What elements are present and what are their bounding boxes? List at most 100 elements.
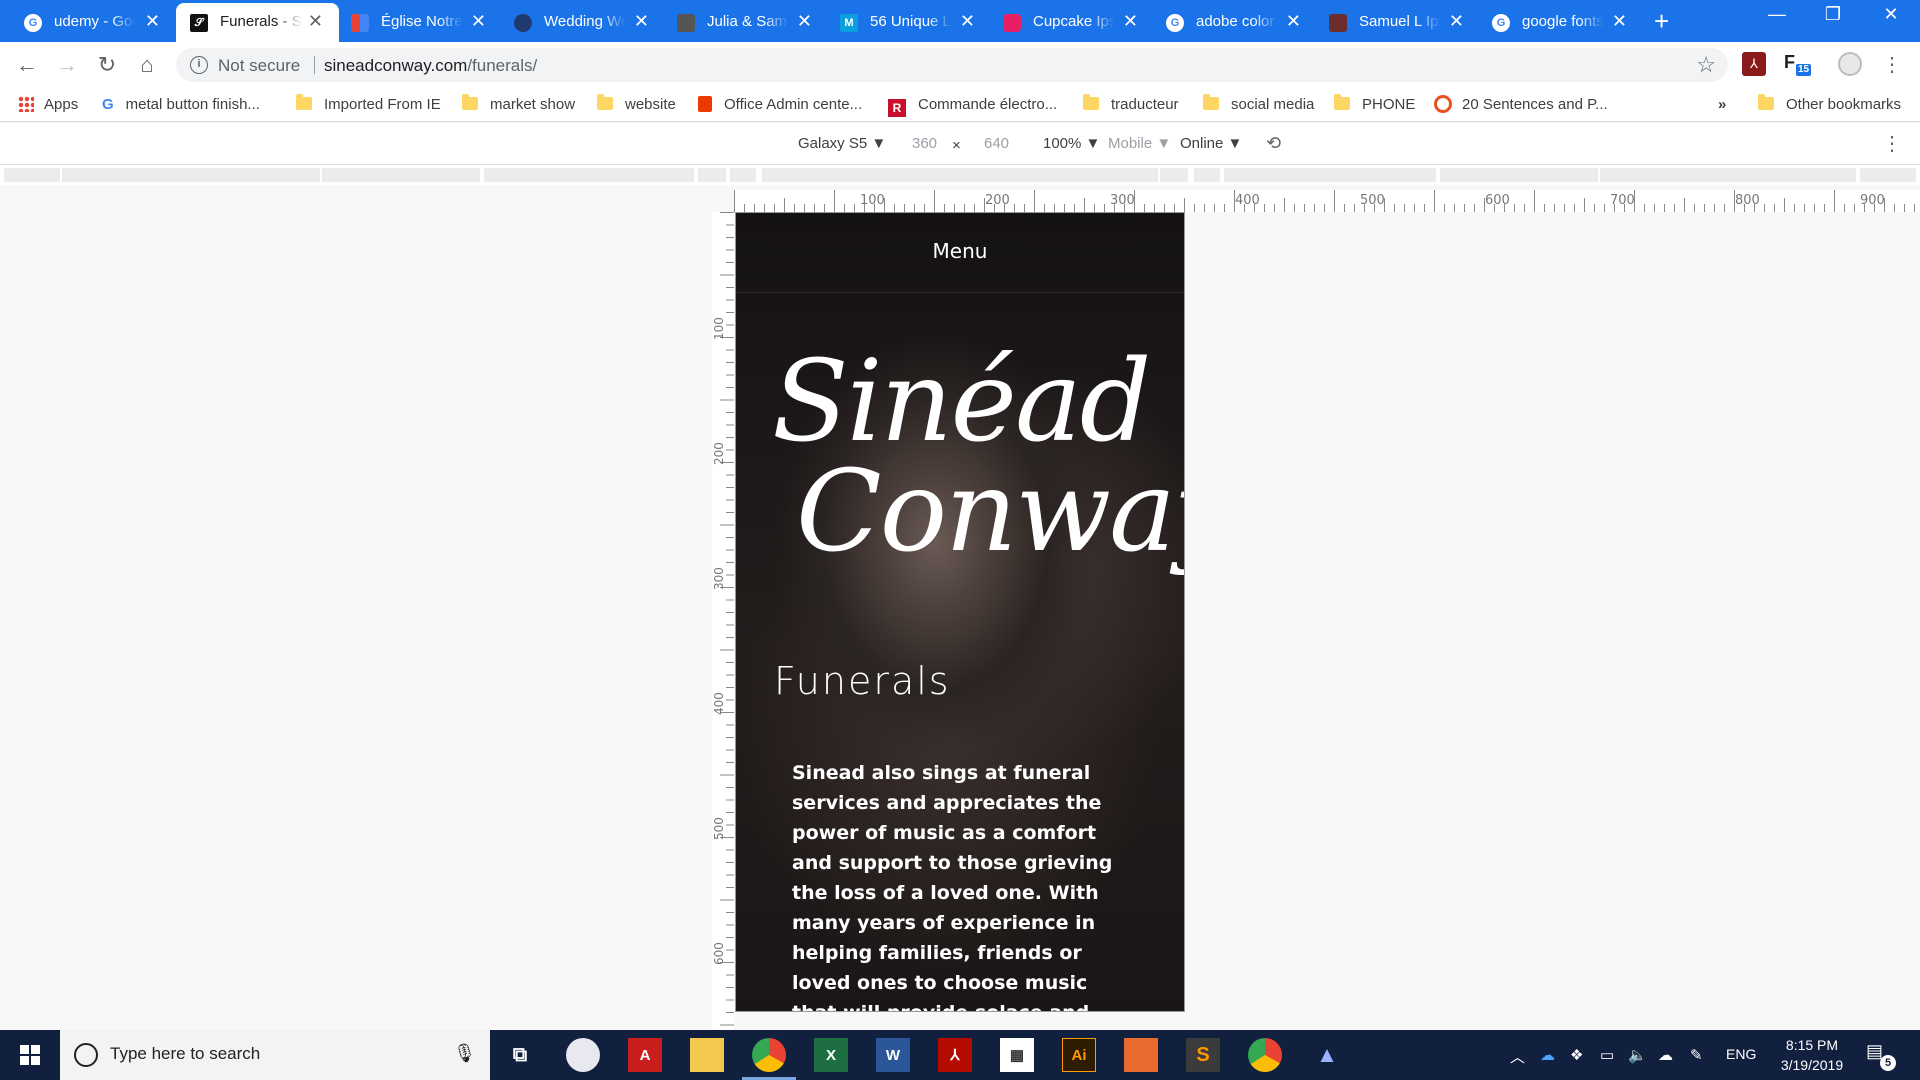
tab-cupcake[interactable]: Cupcake Ips ✕ xyxy=(991,3,1154,42)
media-query-segment[interactable] xyxy=(1224,168,1436,182)
restore-icon[interactable]: ❐ xyxy=(1808,4,1858,25)
bookmark-imported-ie[interactable]: Imported From IE xyxy=(296,94,441,115)
bookmark-phone[interactable]: PHONE xyxy=(1334,94,1416,115)
windows-start-icon[interactable] xyxy=(0,1030,60,1080)
window-close-icon[interactable]: ✕ xyxy=(1866,4,1916,25)
close-icon[interactable]: ✕ xyxy=(471,11,486,31)
media-query-segment[interactable] xyxy=(698,168,726,182)
media-query-segment[interactable] xyxy=(484,168,694,182)
media-query-segment[interactable] xyxy=(1600,168,1856,182)
site-menu-button[interactable]: Menu xyxy=(736,213,1184,293)
action-center-icon[interactable]: ▤ 5 xyxy=(1866,1041,1896,1071)
device-width-input[interactable]: 360 xyxy=(912,135,937,152)
media-query-segment[interactable] xyxy=(4,168,60,182)
app-triangle-icon[interactable]: ▲ xyxy=(1310,1038,1344,1072)
rotate-icon[interactable]: ⟲ xyxy=(1266,133,1281,154)
media-query-segment[interactable] xyxy=(730,168,756,182)
sublime-icon[interactable]: S xyxy=(1186,1038,1220,1072)
bookmark-apps[interactable]: Apps xyxy=(18,95,78,115)
bookmark-star-icon[interactable]: ☆ xyxy=(1696,52,1716,78)
word-icon[interactable]: W xyxy=(876,1038,910,1072)
media-query-segment[interactable] xyxy=(762,168,1158,182)
bookmark-office-admin[interactable]: Office Admin cente... xyxy=(698,95,862,115)
close-icon[interactable]: ✕ xyxy=(634,11,649,31)
media-query-segment[interactable] xyxy=(1160,168,1188,182)
chrome-icon[interactable] xyxy=(1248,1038,1282,1072)
close-icon[interactable]: ✕ xyxy=(145,11,160,31)
bookmark-commande[interactable]: R Commande électro... xyxy=(888,95,1057,117)
media-query-segment[interactable] xyxy=(1440,168,1598,182)
acrobat-reader-icon[interactable]: ⅄ xyxy=(938,1038,972,1072)
task-view-icon[interactable]: ⧉ xyxy=(503,1038,537,1072)
calculator-icon[interactable]: ▦ xyxy=(1000,1038,1034,1072)
bookmark-20-sentences[interactable]: 20 Sentences and P... xyxy=(1434,95,1608,115)
bookmark-traducteur[interactable]: traducteur xyxy=(1083,94,1179,115)
profile-avatar[interactable] xyxy=(1838,52,1862,76)
device-select[interactable]: Galaxy S5 ▼ xyxy=(798,135,886,152)
chrome-icon[interactable] xyxy=(752,1038,786,1072)
close-icon[interactable]: ✕ xyxy=(1123,11,1138,31)
volume-icon[interactable]: 🔈 xyxy=(1628,1046,1647,1064)
illustrator-icon[interactable]: Ai xyxy=(1062,1038,1096,1072)
site-logo[interactable]: Sinéad Conway xyxy=(766,333,1184,673)
microphone-icon[interactable]: 🎙 xyxy=(453,1043,476,1064)
device-type-select[interactable]: Mobile ▼ xyxy=(1108,135,1171,152)
f-extension-icon[interactable]: F 15 xyxy=(1784,52,1812,76)
tab-udemy[interactable]: G udemy - Goo ✕ xyxy=(0,3,176,42)
bookmark-social-media[interactable]: social media xyxy=(1203,94,1314,115)
close-icon[interactable]: ✕ xyxy=(797,11,812,31)
system-clock[interactable]: 8:15 PM 3/19/2019 xyxy=(1762,1035,1862,1075)
tray-overflow-icon[interactable]: ︿ xyxy=(1510,1046,1525,1067)
url-text[interactable]: sineadconway.com/funerals/ xyxy=(324,56,537,76)
tab-samuel[interactable]: Samuel L Ips ✕ xyxy=(1317,3,1480,42)
battery-icon[interactable]: ▭ xyxy=(1600,1046,1614,1064)
close-icon[interactable]: ✕ xyxy=(308,11,323,31)
media-query-segment[interactable] xyxy=(62,168,320,182)
chrome-menu-icon[interactable]: ⋮ xyxy=(1880,52,1904,76)
back-icon[interactable]: ← xyxy=(14,52,40,78)
bookmark-metal-button[interactable]: Gmetal button finish... xyxy=(102,95,260,115)
paint-icon[interactable] xyxy=(566,1038,600,1072)
forward-icon[interactable]: → xyxy=(54,52,80,78)
tab-julia-sam[interactable]: Julia & Sam ✕ xyxy=(665,3,828,42)
minimize-icon[interactable]: — xyxy=(1752,4,1802,25)
taskbar-search-box[interactable]: Type here to search 🎙 xyxy=(60,1030,490,1080)
language-indicator[interactable]: ENG xyxy=(1726,1046,1756,1062)
app-icon[interactable] xyxy=(1124,1038,1158,1072)
media-query-segment[interactable] xyxy=(1194,168,1220,182)
tab-56-unique[interactable]: M 56 Unique Lo ✕ xyxy=(828,3,991,42)
close-icon[interactable]: ✕ xyxy=(960,11,975,31)
device-toolbar-menu-icon[interactable]: ⋮ xyxy=(1882,131,1902,156)
zoom-select[interactable]: 100% ▼ xyxy=(1043,135,1100,152)
close-icon[interactable]: ✕ xyxy=(1286,11,1301,31)
other-bookmarks[interactable]: Other bookmarks xyxy=(1758,94,1901,115)
pdf-extension-icon[interactable]: ⅄ xyxy=(1742,52,1766,76)
cloud-upload-icon[interactable]: ☁ xyxy=(1658,1046,1673,1064)
device-height-input[interactable]: 640 xyxy=(984,135,1009,152)
media-query-segment[interactable] xyxy=(322,168,480,182)
bookmark-market-show[interactable]: market show xyxy=(462,94,575,115)
close-icon[interactable]: ✕ xyxy=(1612,11,1627,31)
acrobat-icon[interactable]: A xyxy=(628,1038,662,1072)
close-icon[interactable]: ✕ xyxy=(1449,11,1464,31)
tab-adobe-color[interactable]: G adobe color ✕ xyxy=(1154,3,1317,42)
bookmark-website[interactable]: website xyxy=(597,94,676,115)
network-throttle-select[interactable]: Online ▼ xyxy=(1180,135,1242,152)
tab-wedding[interactable]: Wedding We ✕ xyxy=(502,3,665,42)
reload-icon[interactable]: ↻ xyxy=(94,52,120,78)
tab-eglise[interactable]: Église Notre ✕ xyxy=(339,3,502,42)
dropbox-icon[interactable]: ❖ xyxy=(1570,1046,1583,1064)
address-bar[interactable]: i Not secure sineadconway.com/funerals/ … xyxy=(176,48,1728,82)
excel-icon[interactable]: X xyxy=(814,1038,848,1072)
new-tab-icon[interactable]: + xyxy=(1654,6,1669,36)
bookmark-label: PHONE xyxy=(1362,96,1416,113)
bookmarks-overflow-chevron[interactable]: » xyxy=(1718,95,1726,115)
home-icon[interactable]: ⌂ xyxy=(134,52,160,78)
file-explorer-icon[interactable] xyxy=(690,1038,724,1072)
media-query-segment[interactable] xyxy=(1860,168,1916,182)
onedrive-icon[interactable]: ☁ xyxy=(1540,1046,1555,1064)
pen-icon[interactable]: ✎ xyxy=(1690,1046,1703,1064)
info-icon[interactable]: i xyxy=(190,56,208,74)
tab-funerals[interactable]: 𝒮 Funerals - Si ✕ xyxy=(176,3,339,42)
tab-google-fonts[interactable]: G google fonts ✕ xyxy=(1480,3,1643,42)
